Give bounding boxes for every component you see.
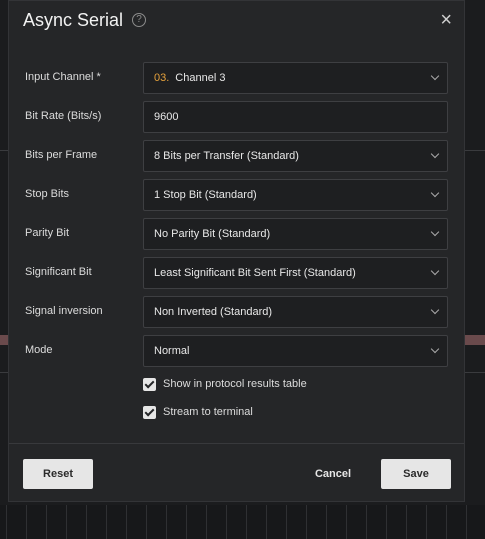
signal-inversion-label: Signal inversion (25, 305, 103, 317)
background-timeline-tick (386, 505, 387, 539)
save-button[interactable]: Save (381, 459, 451, 489)
background-timeline-tick (186, 505, 187, 539)
background-timeline-tick (146, 505, 147, 539)
bit-rate-input[interactable] (143, 101, 448, 133)
background-timeline-tick (446, 505, 447, 539)
significant-bit-select[interactable]: Least Significant Bit Sent First (Standa… (143, 257, 448, 289)
background-timeline-tick (246, 505, 247, 539)
background-timeline-tick (66, 505, 67, 539)
background-timeline-tick (86, 505, 87, 539)
background-timeline-tick (26, 505, 27, 539)
significant-bit-value: Least Significant Bit Sent First (Standa… (154, 267, 356, 279)
channel-name: Channel 3 (175, 72, 226, 84)
close-icon[interactable]: × (440, 9, 452, 32)
bits-per-frame-row: Bits per Frame 8 Bits per Transfer (Stan… (9, 140, 464, 172)
stream-to-terminal-label: Stream to terminal (163, 406, 253, 418)
bits-per-frame-select[interactable]: 8 Bits per Transfer (Standard) (143, 140, 448, 172)
background-timeline-tick (366, 505, 367, 539)
chevron-down-icon (430, 227, 440, 237)
chevron-down-icon (430, 188, 440, 198)
chevron-down-icon (430, 149, 440, 159)
stop-bits-value: 1 Stop Bit (Standard) (154, 189, 257, 201)
background-timeline-tick (206, 505, 207, 539)
background-timeline-tick (406, 505, 407, 539)
significant-bit-row: Significant Bit Least Significant Bit Se… (9, 257, 464, 289)
stop-bits-row: Stop Bits 1 Stop Bit (Standard) (9, 179, 464, 211)
background-timeline-tick (166, 505, 167, 539)
background-timeline (0, 505, 485, 539)
reset-button[interactable]: Reset (23, 459, 93, 489)
async-serial-dialog: Async Serial ? × Input Channel * 03. Chan… (8, 0, 465, 502)
parity-bit-label: Parity Bit (25, 227, 70, 239)
chevron-down-icon (430, 305, 440, 315)
bits-per-frame-value: 8 Bits per Transfer (Standard) (154, 150, 299, 162)
background-timeline-tick (426, 505, 427, 539)
dialog-title: Async Serial (23, 10, 124, 30)
input-channel-label: Input Channel * (25, 71, 101, 83)
input-channel-select[interactable]: 03. Channel 3 (143, 62, 448, 94)
parity-bit-select[interactable]: No Parity Bit (Standard) (143, 218, 448, 250)
mode-row: Mode Normal (9, 335, 464, 367)
background-timeline-tick (226, 505, 227, 539)
stop-bits-label: Stop Bits (25, 188, 70, 200)
help-icon[interactable]: ? (132, 13, 146, 27)
signal-inversion-value: Non Inverted (Standard) (154, 306, 273, 318)
background-timeline-tick (46, 505, 47, 539)
input-channel-row: Input Channel * 03. Channel 3 (9, 62, 464, 94)
stream-to-terminal-checkbox[interactable] (143, 406, 156, 419)
mode-label: Mode (25, 344, 53, 356)
signal-inversion-select[interactable]: Non Inverted (Standard) (143, 296, 448, 328)
background-timeline-tick (466, 505, 467, 539)
background-timeline-tick (126, 505, 127, 539)
footer-divider (9, 443, 464, 444)
parity-bit-value: No Parity Bit (Standard) (154, 228, 271, 240)
background-timeline-tick (306, 505, 307, 539)
background-timeline-tick (266, 505, 267, 539)
mode-value: Normal (154, 345, 190, 357)
background-timeline-tick (346, 505, 347, 539)
dialog-header: Async Serial ? × (9, 1, 464, 43)
show-in-results-checkbox[interactable] (143, 378, 156, 391)
cancel-button[interactable]: Cancel (305, 459, 361, 489)
background-timeline-tick (6, 505, 7, 539)
significant-bit-label: Significant Bit (25, 266, 92, 278)
chevron-down-icon (430, 344, 440, 354)
channel-number: 03. (154, 72, 170, 84)
background-timeline-tick (286, 505, 287, 539)
background-timeline-tick (106, 505, 107, 539)
chevron-down-icon (430, 71, 440, 81)
background-timeline-tick (326, 505, 327, 539)
parity-bit-row: Parity Bit No Parity Bit (Standard) (9, 218, 464, 250)
stop-bits-select[interactable]: 1 Stop Bit (Standard) (143, 179, 448, 211)
chevron-down-icon (430, 266, 440, 276)
bit-rate-label: Bit Rate (Bits/s) (25, 110, 102, 122)
mode-select[interactable]: Normal (143, 335, 448, 367)
bits-per-frame-label: Bits per Frame (25, 149, 98, 161)
bit-rate-row: Bit Rate (Bits/s) (9, 101, 464, 133)
show-in-results-label: Show in protocol results table (163, 378, 307, 390)
signal-inversion-row: Signal inversion Non Inverted (Standard) (9, 296, 464, 328)
